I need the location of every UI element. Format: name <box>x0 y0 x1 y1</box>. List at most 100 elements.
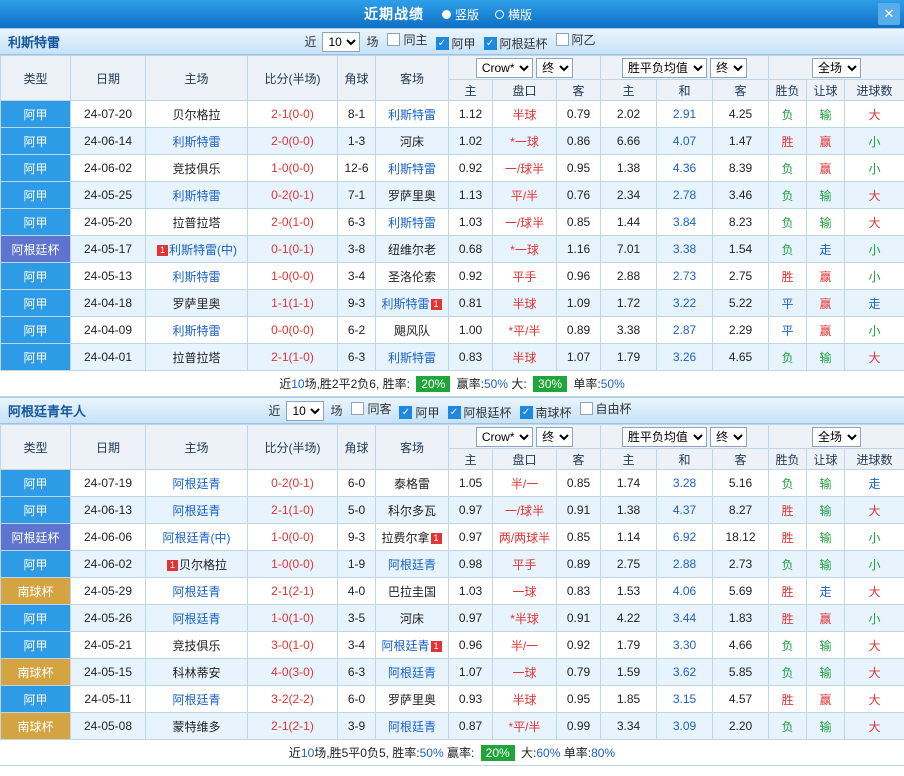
close-button[interactable]: ✕ <box>878 3 900 25</box>
filter-checkbox-group: 同主 ✓ 阿甲 ✓ 阿根廷杯 阿乙 <box>383 31 599 52</box>
match-date: 24-06-14 <box>70 127 146 155</box>
avg-away: 5.69 <box>711 577 770 605</box>
league-type-badge: 阿甲 <box>0 100 71 128</box>
col-header-score: 比分(半场) <box>247 55 338 101</box>
recent-count-select[interactable]: 10 <box>322 31 361 52</box>
away-team-cell: 利斯特雷 <box>375 154 449 182</box>
sub-header-goals: 进球数 <box>844 79 904 101</box>
odds-company-select[interactable]: Crow* <box>475 57 533 78</box>
result-wdl: 胜 <box>768 523 808 551</box>
avg-draw: 3.44 <box>656 604 713 632</box>
odds-away: 0.85 <box>556 208 601 236</box>
result-wdl: 胜 <box>768 604 808 632</box>
result-handicap: 输 <box>806 496 846 524</box>
avg-home: 1.44 <box>600 208 657 236</box>
odds-header-group: Crow* 终 <box>448 424 601 449</box>
league-type-badge: 南球杯 <box>0 577 71 605</box>
result-handicap: 赢 <box>806 262 846 290</box>
odds-period-select[interactable]: 终 <box>536 426 574 447</box>
match-date: 24-05-26 <box>70 604 146 632</box>
filter-checkbox[interactable]: ✓ 南球杯 <box>519 404 572 421</box>
home-team-cell: 蒙特维多 <box>145 712 248 740</box>
result-wdl: 负 <box>768 154 808 182</box>
avg-draw: 3.15 <box>656 685 713 713</box>
league-type-badge: 南球杯 <box>0 658 71 686</box>
avg-draw: 3.26 <box>656 343 713 371</box>
result-handicap: 走 <box>806 235 846 263</box>
result-wdl: 负 <box>768 550 808 578</box>
orientation-radio[interactable]: 横版 <box>495 6 532 23</box>
footer-stat-text: 10 <box>291 376 305 391</box>
recent-count-select[interactable]: 10 <box>286 400 325 421</box>
result-handicap: 输 <box>806 469 846 497</box>
red-card-badge: 1 <box>166 559 178 571</box>
stats-footer: 近 10 场,胜5平0负5, 胜率: 50% 赢率: 20% 大: 60% 单率: 80% <box>0 740 904 766</box>
filter-checkbox[interactable]: 自由杯 <box>579 400 632 417</box>
odds-away: 0.79 <box>556 100 601 128</box>
match-date: 24-06-06 <box>70 523 146 551</box>
team-name: 泰格雷 <box>393 476 430 491</box>
result-wdl: 负 <box>768 712 808 740</box>
filter-checkbox[interactable]: ✓ 阿甲 <box>399 404 440 421</box>
avg-draw: 4.36 <box>656 154 713 182</box>
avg-period-select[interactable]: 终 <box>710 57 748 78</box>
scope-select[interactable]: 全场 <box>812 426 862 447</box>
result-handicap: 输 <box>806 208 846 236</box>
result-handicap: 赢 <box>806 154 846 182</box>
team-name: 利斯特雷(中) <box>169 242 237 257</box>
match-date: 24-04-18 <box>70 289 146 317</box>
sub-header-handicap: 盘口 <box>492 79 557 101</box>
col-header-date: 日期 <box>70 424 146 470</box>
team-name: 罗萨里奥 <box>387 188 436 203</box>
score-cell: 0-2(0-1) <box>247 469 338 497</box>
score-cell: 2-1(1-0) <box>247 496 338 524</box>
filter-checkbox[interactable]: 同主 <box>387 31 428 48</box>
avg-away: 4.66 <box>711 631 770 659</box>
result-goals: 走 <box>844 469 904 497</box>
section-header: 阿根廷青年人 近 10 场 同客 ✓ 阿甲 ✓ 阿根廷杯 ✓ 南球杯 自由杯 <box>0 397 904 424</box>
filter-checkbox-group: 同客 ✓ 阿甲 ✓ 阿根廷杯 ✓ 南球杯 自由杯 <box>347 400 635 421</box>
filter-checkbox[interactable]: ✓ 阿甲 <box>435 35 476 52</box>
handicap: 半球 <box>492 100 557 128</box>
avg-home: 1.79 <box>600 343 657 371</box>
col-header-home: 主场 <box>145 55 248 101</box>
home-team-cell: 竞技俱乐 <box>145 154 248 182</box>
team-name: 阿根廷青(中) <box>162 530 231 545</box>
team-name: 阿根廷青 <box>387 557 436 572</box>
odds-period-select[interactable]: 终 <box>536 57 574 78</box>
odds-away: 0.91 <box>556 604 601 632</box>
scope-select[interactable]: 全场 <box>812 57 862 78</box>
filter-checkbox[interactable]: ✓ 阿根廷杯 <box>447 404 512 421</box>
result-wdl: 平 <box>768 289 808 317</box>
odds-away: 0.92 <box>556 631 601 659</box>
handicap: 平手 <box>492 550 557 578</box>
avg-type-select[interactable]: 胜平负均值 <box>621 426 707 447</box>
filter-checkbox[interactable]: 同客 <box>351 400 391 417</box>
score-cell: 2-1(2-1) <box>247 577 338 605</box>
odds-company-select[interactable]: Crow* <box>475 426 533 447</box>
team-name: 利斯特雷 <box>172 134 221 149</box>
away-team-cell: 阿根廷青 <box>375 712 449 740</box>
handicap: 一球 <box>492 577 557 605</box>
orientation-radio[interactable]: 竖版 <box>441 6 479 23</box>
avg-type-select[interactable]: 胜平负均值 <box>621 57 707 78</box>
corner-cell: 4-0 <box>337 577 376 605</box>
filter-checkbox[interactable]: ✓ 阿根廷杯 <box>483 35 548 52</box>
filter-checkbox[interactable]: 阿乙 <box>555 31 596 48</box>
footer-stat-text: 80% <box>591 745 616 760</box>
scope-header-group: 全场 <box>768 424 904 449</box>
avg-away: 18.12 <box>711 523 770 551</box>
result-wdl: 胜 <box>768 496 808 524</box>
red-card-badge: 1 <box>157 244 168 256</box>
match-row: 阿根廷杯 24-06-06 阿根廷青(中) 1-0(0-0) 9-3 拉费尔拿 1 0.97 两… <box>0 523 904 551</box>
home-team-cell: 阿根廷青 <box>145 577 248 605</box>
corner-cell: 6-3 <box>337 208 376 236</box>
avg-draw: 4.07 <box>656 127 713 155</box>
avg-period-select[interactable]: 终 <box>710 426 748 447</box>
col-header-type: 类型 <box>0 55 71 101</box>
away-team-cell: 河床 <box>375 604 449 632</box>
match-row: 阿甲 24-05-25 利斯特雷 0-2(0-1) 7-1 罗萨里奥 1.13 平/半 0.76… <box>0 181 904 209</box>
score-cell: 1-0(0-0) <box>247 550 338 578</box>
matches-table: 类型 日期 主场 比分(半场) 角球 客场 Crow* 终 胜平负均值 终 全场… <box>0 55 904 371</box>
checkbox-icon: ✓ <box>399 406 413 419</box>
